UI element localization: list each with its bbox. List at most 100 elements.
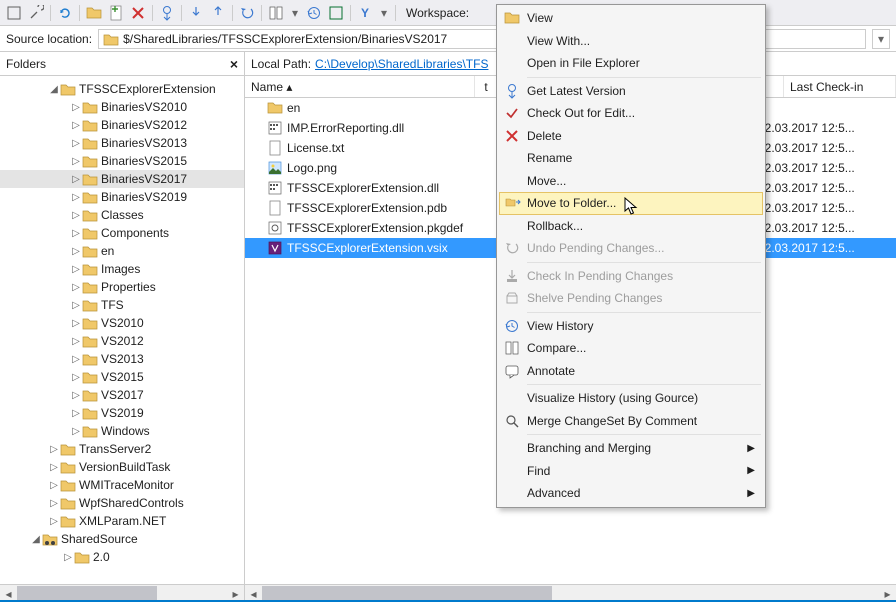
menu-item[interactable]: Delete	[499, 125, 763, 148]
twisty-icon[interactable]: ▷	[70, 210, 82, 221]
tree-item[interactable]: ▷2.0	[0, 548, 244, 566]
menu-item[interactable]: View History	[499, 315, 763, 338]
close-icon[interactable]: ×	[230, 56, 238, 72]
menu-item[interactable]: Move...	[499, 170, 763, 193]
twisty-icon[interactable]: ▷	[70, 390, 82, 401]
tree-item[interactable]: ▷VS2017	[0, 386, 244, 404]
twisty-icon[interactable]: ▷	[70, 120, 82, 131]
tool-delete-icon[interactable]	[128, 3, 148, 23]
tree-item[interactable]: ▷BinariesVS2012	[0, 116, 244, 134]
tree-item[interactable]: ▷WpfSharedControls	[0, 494, 244, 512]
tool-shelve-icon[interactable]	[208, 3, 228, 23]
tree-item[interactable]: ▷Properties	[0, 278, 244, 296]
twisty-icon[interactable]: ▷	[70, 228, 82, 239]
folder-icon	[82, 370, 98, 384]
tree-item[interactable]: ▷BinariesVS2010	[0, 98, 244, 116]
tool-undo-icon[interactable]	[237, 3, 257, 23]
twisty-icon[interactable]: ▷	[70, 372, 82, 383]
tree-item[interactable]: ▷VS2015	[0, 368, 244, 386]
tool-annotate-icon[interactable]	[326, 3, 346, 23]
twisty-icon[interactable]: ▷	[70, 138, 82, 149]
twisty-icon[interactable]: ▷	[70, 156, 82, 167]
tree-item[interactable]: ▷Images	[0, 260, 244, 278]
tree-item[interactable]: ▷Windows	[0, 422, 244, 440]
tool-checkin-icon[interactable]	[186, 3, 206, 23]
menu-item[interactable]: Branching and Merging▶	[499, 437, 763, 460]
twisty-icon[interactable]: ◢	[48, 84, 60, 95]
folders-scrollbar[interactable]: ◂ ▸	[0, 584, 244, 601]
menu-item[interactable]: Visualize History (using Gource)	[499, 387, 763, 410]
tool-properties-icon[interactable]	[4, 3, 24, 23]
tree-item[interactable]: ▷BinariesVS2015	[0, 152, 244, 170]
twisty-icon[interactable]: ▷	[48, 498, 60, 509]
twisty-icon[interactable]: ▷	[70, 426, 82, 437]
folders-tree[interactable]: ◢TFSSCExplorerExtension▷BinariesVS2010▷B…	[0, 76, 244, 584]
tree-item[interactable]: ◢SharedSource	[0, 530, 244, 548]
tool-branch-icon[interactable]: Y	[355, 3, 375, 23]
tree-item[interactable]: ▷XMLParam.NET	[0, 512, 244, 530]
col-lastcheckin[interactable]: Last Check-in	[784, 76, 896, 97]
tree-item[interactable]: ▷VS2013	[0, 350, 244, 368]
menu-item[interactable]: Rollback...	[499, 215, 763, 238]
twisty-icon[interactable]: ▷	[70, 354, 82, 365]
twisty-icon[interactable]: ▷	[48, 444, 60, 455]
twisty-icon[interactable]: ▷	[48, 516, 60, 527]
tree-item[interactable]: ▷TransServer2	[0, 440, 244, 458]
twisty-icon[interactable]: ◢	[30, 534, 42, 545]
tool-newfolder-icon[interactable]	[84, 3, 104, 23]
tree-item[interactable]: ▷TFS	[0, 296, 244, 314]
menu-item[interactable]: Merge ChangeSet By Comment	[499, 410, 763, 433]
twisty-icon[interactable]: ▷	[70, 336, 82, 347]
compare-dropdown[interactable]: ▾	[288, 6, 302, 20]
tree-item[interactable]: ▷VS2010	[0, 314, 244, 332]
menu-item[interactable]: Compare...	[499, 337, 763, 360]
tree-item[interactable]: ▷VS2012	[0, 332, 244, 350]
menu-item[interactable]: Annotate	[499, 360, 763, 383]
tree-item[interactable]: ▷Classes	[0, 206, 244, 224]
tree-item[interactable]: ◢TFSSCExplorerExtension	[0, 80, 244, 98]
menu-item[interactable]: Advanced▶	[499, 482, 763, 505]
menu-item[interactable]: Rename	[499, 147, 763, 170]
menu-item[interactable]: Open in File Explorer	[499, 52, 763, 75]
twisty-icon[interactable]: ▷	[70, 174, 82, 185]
tree-item[interactable]: ▷VersionBuildTask	[0, 458, 244, 476]
source-dropdown[interactable]: ▾	[872, 29, 890, 49]
menu-item[interactable]: Move to Folder...	[499, 192, 763, 215]
grid-scrollbar[interactable]: ◂ ▸	[245, 584, 896, 601]
twisty-icon[interactable]: ▷	[48, 480, 60, 491]
local-path-link[interactable]: C:\Develop\SharedLibraries\TFS	[315, 57, 488, 71]
menu-label: Visualize History (using Gource)	[527, 391, 698, 405]
refresh-icon[interactable]	[55, 3, 75, 23]
col-name[interactable]: Name ▴	[245, 76, 475, 97]
twisty-icon[interactable]: ▷	[48, 462, 60, 473]
menu-item: Shelve Pending Changes	[499, 287, 763, 310]
twisty-icon[interactable]: ▷	[70, 264, 82, 275]
tree-item[interactable]: ▷BinariesVS2013	[0, 134, 244, 152]
branch-dropdown[interactable]: ▾	[377, 6, 391, 20]
twisty-icon[interactable]: ▷	[70, 102, 82, 113]
twisty-icon[interactable]: ▷	[70, 408, 82, 419]
twisty-icon[interactable]: ▷	[62, 552, 74, 563]
tree-item[interactable]: ▷Components	[0, 224, 244, 242]
tree-item[interactable]: ▷WMITraceMonitor	[0, 476, 244, 494]
tool-wrench-icon[interactable]	[26, 3, 46, 23]
twisty-icon[interactable]: ▷	[70, 246, 82, 257]
tree-item[interactable]: ▷BinariesVS2019	[0, 188, 244, 206]
menu-item[interactable]: View	[499, 7, 763, 30]
tool-add-icon[interactable]	[106, 3, 126, 23]
menu-item[interactable]: Check Out for Edit...	[499, 102, 763, 125]
menu-item[interactable]: View With...	[499, 30, 763, 53]
tool-history-icon[interactable]	[304, 3, 324, 23]
twisty-icon[interactable]: ▷	[70, 300, 82, 311]
menu-item[interactable]: Find▶	[499, 460, 763, 483]
tree-item[interactable]: ▷VS2019	[0, 404, 244, 422]
menu-item[interactable]: Get Latest Version	[499, 80, 763, 103]
twisty-icon[interactable]: ▷	[70, 318, 82, 329]
tree-item[interactable]: ▷BinariesVS2017	[0, 170, 244, 188]
sort-asc-icon: ▴	[286, 80, 292, 94]
twisty-icon[interactable]: ▷	[70, 282, 82, 293]
tree-item[interactable]: ▷en	[0, 242, 244, 260]
twisty-icon[interactable]: ▷	[70, 192, 82, 203]
tool-compare-icon[interactable]	[266, 3, 286, 23]
tool-get-icon[interactable]	[157, 3, 177, 23]
